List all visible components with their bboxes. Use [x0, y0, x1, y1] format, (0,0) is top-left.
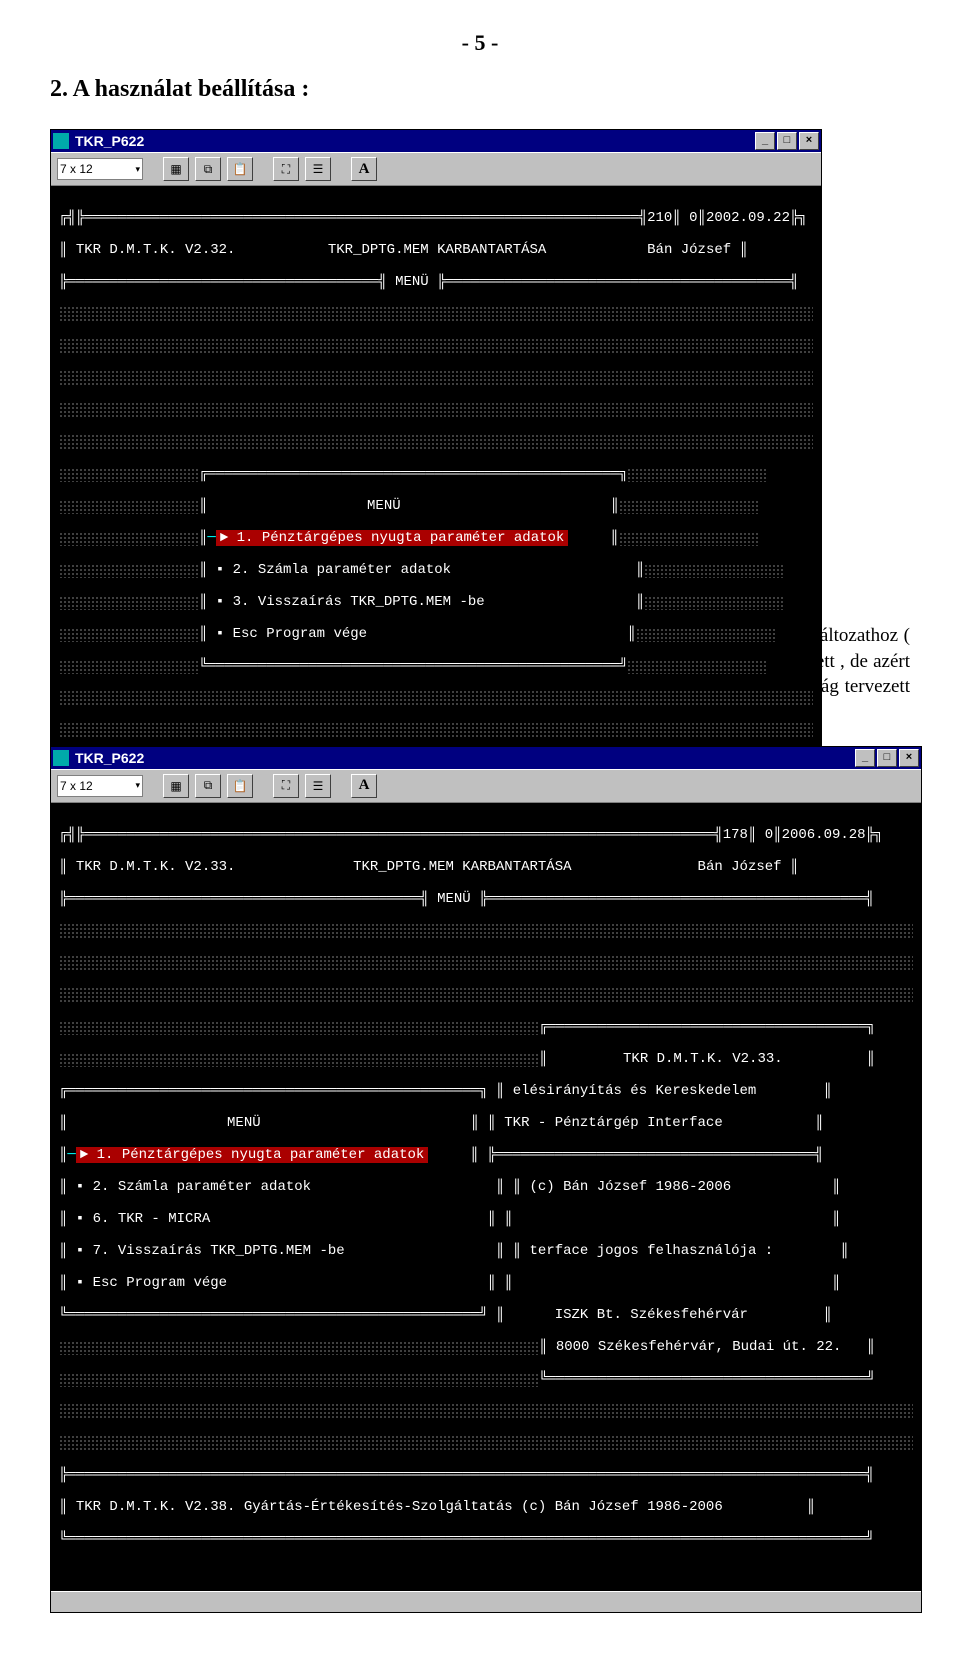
side-text-9: 8000 Székesfehérvár, Budai út. 22.: [556, 1339, 842, 1355]
close-button[interactable]: ×: [799, 132, 819, 150]
menu-item-2-key: 2.: [233, 562, 250, 578]
menu-item-2[interactable]: Számla paraméter adatok: [258, 562, 451, 578]
titlebar: TKR_P622 _ □ ×: [51, 747, 921, 769]
maximize-button[interactable]: □: [877, 749, 897, 767]
header-zero: 0: [765, 827, 773, 843]
menu-item-3-key: 6.: [93, 1211, 110, 1227]
minimize-button[interactable]: _: [855, 749, 875, 767]
maximize-button[interactable]: □: [777, 132, 797, 150]
header-date: 2002.09.22: [706, 210, 790, 226]
section-heading: 2. A használat beállítása :: [50, 76, 910, 103]
properties-icon[interactable]: ☰: [305, 774, 331, 798]
side-text-2: TKR - Pénztárgép Interface: [504, 1115, 722, 1131]
toolbar: 7 x 12 ▾ ▦ ⧉ 📋 ⛶ ☰ A: [51, 769, 921, 803]
titlebar: TKR_P622 _ □ ×: [51, 130, 821, 152]
statusbar: [51, 1591, 921, 1612]
header-date: 2006.09.28: [782, 827, 866, 843]
dos-terminal-2: ╔╣╠═════════════════════════════════════…: [51, 803, 921, 1591]
menu-item-esc[interactable]: Program vége: [126, 1275, 227, 1291]
properties-icon[interactable]: ☰: [305, 157, 331, 181]
menu-item-3[interactable]: Visszaírás TKR_DPTG.MEM -be: [258, 594, 485, 610]
close-button[interactable]: ×: [899, 749, 919, 767]
minimize-button[interactable]: _: [755, 132, 775, 150]
header-left: TKR D.M.T.K. V2.32.: [76, 242, 236, 258]
page-number: - 5 -: [50, 30, 910, 56]
combo-value: 7 x 12: [60, 779, 93, 793]
header-zero: 0: [689, 210, 697, 226]
menu-item-4[interactable]: Visszaírás TKR_DPTG.MEM -be: [118, 1243, 345, 1259]
app-icon: [53, 133, 69, 149]
menu-item-3-key: 3.: [233, 594, 250, 610]
menu-item-3[interactable]: TKR - MICRA: [118, 1211, 210, 1227]
toolbar: 7 x 12 ▾ ▦ ⧉ 📋 ⛶ ☰ A: [51, 152, 821, 186]
menu-item-esc[interactable]: Program vége: [266, 626, 367, 642]
side-text-0: TKR D.M.T.K. V2.33.: [623, 1051, 783, 1067]
header-num: 178: [723, 827, 748, 843]
copy-icon[interactable]: ⧉: [195, 774, 221, 798]
font-size-combo[interactable]: 7 x 12 ▾: [57, 775, 143, 797]
header-center: TKR_DPTG.MEM KARBANTARTÁSA: [353, 859, 571, 875]
app-icon: [53, 750, 69, 766]
window-2: TKR_P622 _ □ × 7 x 12 ▾ ▦ ⧉ 📋 ⛶ ☰ A ╔╣╠══…: [50, 746, 922, 1613]
menu-item-2-key: 2.: [93, 1179, 110, 1195]
menu-item-esc-key: Esc: [93, 1275, 118, 1291]
toolbar-icon[interactable]: ▦: [163, 157, 189, 181]
chevron-down-icon: ▾: [135, 164, 140, 175]
paste-icon[interactable]: 📋: [227, 774, 253, 798]
side-text-6: terface jogos felhasználója :: [530, 1243, 774, 1259]
menu-item-2[interactable]: Számla paraméter adatok: [118, 1179, 311, 1195]
header-name: Bán József: [647, 242, 731, 258]
side-text-4: (c) Bán József 1986-2006: [530, 1179, 732, 1195]
fullscreen-icon[interactable]: ⛶: [273, 157, 299, 181]
menu-item-4-key: 7.: [93, 1243, 110, 1259]
side-text-1: elésirányítás és Kereskedelem: [513, 1083, 757, 1099]
toolbar-icon[interactable]: ▦: [163, 774, 189, 798]
combo-value: 7 x 12: [60, 162, 93, 176]
font-a-icon[interactable]: A: [351, 774, 377, 798]
banner-label: MENÜ: [437, 891, 471, 907]
menu-item-esc-key: Esc: [233, 626, 258, 642]
menu-title: MENÜ: [367, 498, 401, 514]
side-text-8: ISZK Bt. Székesfehérvár: [555, 1307, 748, 1323]
footer-text: TKR D.M.T.K. V2.38. Gyártás-Értékesítés-…: [76, 1499, 723, 1515]
font-a-icon[interactable]: A: [351, 157, 377, 181]
menu-item-1[interactable]: ► 1. Pénztárgépes nyugta paraméter adato…: [216, 530, 568, 546]
header-left: TKR D.M.T.K. V2.33.: [76, 859, 236, 875]
banner-label: MENÜ: [395, 274, 429, 290]
chevron-down-icon: ▾: [135, 780, 140, 791]
paste-icon[interactable]: 📋: [227, 157, 253, 181]
header-num: 210: [647, 210, 672, 226]
menu-title: MENÜ: [227, 1115, 261, 1131]
window-title: TKR_P622: [73, 133, 753, 149]
copy-icon[interactable]: ⧉: [195, 157, 221, 181]
font-size-combo[interactable]: 7 x 12 ▾: [57, 158, 143, 180]
header-name: Bán József: [698, 859, 782, 875]
window-title: TKR_P622: [73, 750, 853, 766]
header-center: TKR_DPTG.MEM KARBANTARTÁSA: [328, 242, 546, 258]
menu-item-1[interactable]: ► 1. Pénztárgépes nyugta paraméter adato…: [76, 1147, 428, 1163]
fullscreen-icon[interactable]: ⛶: [273, 774, 299, 798]
